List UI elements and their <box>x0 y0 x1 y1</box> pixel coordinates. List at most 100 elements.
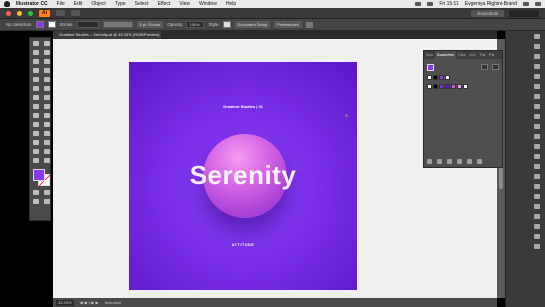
spotlight-icon[interactable] <box>523 2 529 6</box>
delete-swatch-icon[interactable] <box>477 159 482 164</box>
artboards-panel-icon[interactable] <box>533 233 542 240</box>
tab-swatches[interactable]: Swatches <box>434 51 457 59</box>
color-guide-panel-icon[interactable] <box>533 73 542 80</box>
slice-tool-icon[interactable] <box>43 148 51 155</box>
app-menu-name[interactable]: Illustrator CC <box>16 1 48 7</box>
layers-panel-icon[interactable] <box>533 43 542 50</box>
eraser-tool-icon[interactable] <box>43 85 51 92</box>
pencil-tool-icon[interactable] <box>32 85 40 92</box>
asset-export-panel-icon[interactable] <box>533 243 542 250</box>
show-swatch-kinds-icon[interactable] <box>437 159 442 164</box>
swatch-chip[interactable] <box>439 75 444 80</box>
swatch-chip[interactable] <box>433 75 438 80</box>
menu-edit[interactable]: Edit <box>74 1 83 7</box>
preferences-button[interactable]: Preferences <box>274 21 302 28</box>
pathfinder-panel-icon[interactable] <box>533 183 542 190</box>
properties-panel-icon[interactable] <box>533 33 542 40</box>
align-panel-icon[interactable] <box>533 173 542 180</box>
draw-mode-icon[interactable] <box>32 198 40 205</box>
zoom-tool-icon[interactable] <box>43 157 51 164</box>
type-tool-icon[interactable] <box>32 67 40 74</box>
document-setup-button[interactable]: Document Setup <box>234 21 271 28</box>
opacity-label[interactable]: Opacity <box>167 22 182 27</box>
menu-type[interactable]: Type <box>115 1 126 7</box>
gradient-tool-icon[interactable] <box>43 121 51 128</box>
active-fill-indicator[interactable] <box>427 63 434 71</box>
workspace-switcher[interactable]: Essentials <box>471 10 504 17</box>
swatch-chip[interactable] <box>427 84 432 89</box>
gradient-mode-icon[interactable] <box>43 189 51 196</box>
menu-help[interactable]: Help <box>226 1 236 7</box>
symbol-sprayer-tool-icon[interactable] <box>32 139 40 146</box>
battery-icon[interactable] <box>427 2 434 6</box>
brushes-panel-icon[interactable] <box>533 93 542 100</box>
direct-selection-tool-icon[interactable] <box>43 40 51 47</box>
wifi-icon[interactable] <box>415 2 422 6</box>
color-panel-icon[interactable] <box>533 63 542 70</box>
paintbrush-tool-icon[interactable] <box>43 76 51 83</box>
menu-list-icon[interactable] <box>535 2 541 6</box>
minimize-window-icon[interactable] <box>17 10 22 16</box>
swatch-chip[interactable] <box>433 84 438 89</box>
screen-mode-icon[interactable] <box>43 198 51 205</box>
tab-paragraph[interactable]: Pa <box>487 51 496 59</box>
pen-tool-icon[interactable] <box>32 58 40 65</box>
perspective-grid-tool-icon[interactable] <box>43 112 51 119</box>
artboard[interactable]: Gradient Studies | 01 Serenity ATTITUDE <box>129 62 357 290</box>
character-panel-icon[interactable] <box>533 193 542 200</box>
zoom-level-field[interactable]: 33.33% <box>56 299 74 306</box>
apple-icon[interactable] <box>4 1 10 7</box>
opentype-panel-icon[interactable] <box>533 213 542 220</box>
fill-color-box[interactable] <box>33 169 45 181</box>
swatch-chip[interactable] <box>439 84 444 89</box>
menu-view[interactable]: View <box>179 1 190 7</box>
column-graph-tool-icon[interactable] <box>43 139 51 146</box>
user-name[interactable]: Evgeniya Righini-Brand <box>465 1 517 7</box>
swatch-chip[interactable] <box>427 75 432 80</box>
transform-panel-icon[interactable] <box>533 163 542 170</box>
fill-color-swatch[interactable] <box>35 21 44 28</box>
artboard-tool-icon[interactable] <box>32 148 40 155</box>
menu-window[interactable]: Window <box>199 1 217 7</box>
swatch-chip[interactable] <box>451 84 456 89</box>
rotate-tool-icon[interactable] <box>32 94 40 101</box>
stroke-weight-field[interactable] <box>76 21 99 28</box>
clock[interactable]: Fri 15:11 <box>439 1 458 7</box>
close-window-icon[interactable] <box>6 10 11 16</box>
selection-tool-icon[interactable] <box>32 40 40 47</box>
artboard-header-text[interactable]: Gradient Studies | 01 <box>129 104 357 109</box>
paragraph-panel-icon[interactable] <box>533 203 542 210</box>
artboard-footer-text[interactable]: ATTITUDE <box>129 242 357 247</box>
stroke-color-swatch[interactable] <box>47 21 56 28</box>
artboard-title[interactable]: Serenity <box>129 160 357 191</box>
variable-width-profile[interactable] <box>102 21 133 28</box>
brush-definition-dropdown[interactable]: 5 pt. Round <box>136 21 164 28</box>
free-transform-tool-icon[interactable] <box>43 103 51 110</box>
help-search-input[interactable] <box>509 10 539 17</box>
tab-color[interactable]: Col <box>467 51 477 59</box>
stroke-label[interactable]: Stroke <box>60 22 73 27</box>
color-mode-icon[interactable] <box>32 189 40 196</box>
grid-view-icon[interactable] <box>492 64 499 70</box>
libraries-panel-icon[interactable] <box>533 53 542 60</box>
menu-effect[interactable]: Effect <box>158 1 171 7</box>
menu-file[interactable]: File <box>57 1 65 7</box>
tab-gradient[interactable]: Gra <box>424 51 435 59</box>
blend-tool-icon[interactable] <box>43 130 51 137</box>
swatches-panel-icon[interactable] <box>533 83 542 90</box>
new-color-group-icon[interactable] <box>457 159 462 164</box>
shape-builder-tool-icon[interactable] <box>32 112 40 119</box>
rectangle-tool-icon[interactable] <box>32 76 40 83</box>
graphic-style-swatch[interactable] <box>222 21 231 28</box>
hand-tool-icon[interactable] <box>32 157 40 164</box>
gradient-panel-icon[interactable] <box>533 123 542 130</box>
tab-character[interactable]: Cha <box>456 51 467 59</box>
magic-wand-tool-icon[interactable] <box>32 49 40 56</box>
bridge-icon[interactable] <box>56 10 65 16</box>
current-tool-status[interactable]: Selection <box>105 300 121 305</box>
arrange-documents-icon[interactable] <box>71 10 80 16</box>
menu-object[interactable]: Object <box>91 1 105 7</box>
artboard-navigator[interactable]: ◀ ◀ 1 ▶ ▶ <box>80 300 99 305</box>
menu-select[interactable]: Select <box>135 1 149 7</box>
document-tab[interactable]: Gradient Studies – Serenity.ai @ 33.33% … <box>53 31 161 39</box>
